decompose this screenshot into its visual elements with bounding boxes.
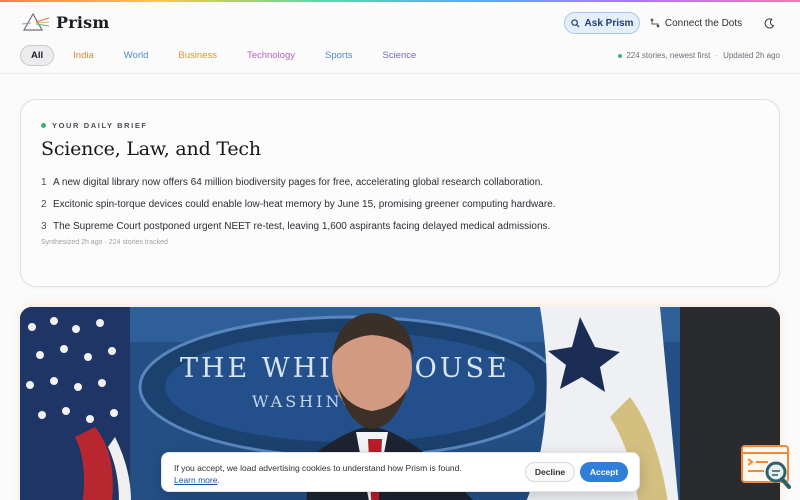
brief-footer: Synthesized 2h ago · 224 stories tracked: [41, 239, 168, 246]
brief-item-text: Excitonic spin-torque devices could enab…: [53, 198, 556, 210]
prism-logo-icon: [22, 12, 50, 31]
brief-status-dot: [41, 123, 46, 128]
moon-icon: [764, 17, 774, 28]
updated-time: Updated 2h ago: [723, 51, 780, 60]
daily-brief-label: YOUR DAILY BRIEF: [41, 121, 148, 130]
brief-items-list: 1 A new digital library now offers 64 mi…: [41, 171, 556, 237]
tab-sports[interactable]: Sports: [314, 45, 363, 66]
learn-more-period: .: [217, 475, 220, 485]
header-divider: [0, 73, 800, 74]
ask-prism-label: Ask Prism: [584, 17, 634, 29]
accept-button[interactable]: Accept: [580, 462, 628, 482]
tab-technology[interactable]: Technology: [236, 45, 306, 66]
cookie-banner: If you accept, we load advertising cooki…: [161, 452, 640, 492]
brief-item-number: 2: [41, 198, 47, 210]
tab-business[interactable]: Business: [167, 45, 228, 66]
daily-brief-label-text: YOUR DAILY BRIEF: [52, 121, 148, 130]
meta-separator: ·: [715, 51, 719, 60]
tab-science[interactable]: Science: [371, 45, 427, 66]
connect-the-dots-label: Connect the Dots: [664, 17, 743, 29]
brief-item[interactable]: 2 Excitonic spin-torque devices could en…: [41, 193, 556, 215]
cookie-message-text: If you accept, we load advertising cooki…: [174, 463, 462, 473]
tab-world[interactable]: World: [113, 45, 160, 66]
brief-item[interactable]: 1 A new digital library now offers 64 mi…: [41, 171, 556, 193]
live-status-dot: [618, 53, 623, 58]
stories-meta: 224 stories, newest first · Updated 2h a…: [618, 51, 780, 60]
tab-india[interactable]: India: [62, 45, 105, 66]
brief-item-number: 3: [41, 220, 47, 232]
document-search-icon: [741, 445, 791, 489]
learn-more-link[interactable]: Learn more: [174, 475, 217, 485]
logo[interactable]: Prism: [22, 11, 109, 33]
brief-item-text: The Supreme Court postponed urgent NEET …: [53, 220, 551, 232]
daily-brief-card: YOUR DAILY BRIEF Science, Law, and Tech …: [20, 99, 780, 287]
connect-the-dots-button[interactable]: Connect the Dots: [646, 12, 746, 34]
top-header: Prism Ask Prism Connect the Dots: [0, 2, 800, 42]
brief-item[interactable]: 3 The Supreme Court postponed urgent NEE…: [41, 215, 556, 237]
stories-count: 224 stories, newest first: [626, 51, 711, 60]
search-icon: [570, 18, 580, 28]
decline-button[interactable]: Decline: [525, 462, 575, 482]
floating-assistant-widget[interactable]: [740, 444, 792, 490]
category-tabs: All India World Business Technology Spor…: [20, 45, 435, 66]
connect-dots-icon: [650, 18, 660, 28]
brief-title: Science, Law, and Tech: [41, 138, 261, 160]
app-name: Prism: [56, 12, 110, 32]
ask-prism-button[interactable]: Ask Prism: [564, 12, 640, 34]
brief-item-number: 1: [41, 176, 47, 188]
brief-item-text: A new digital library now offers 64 mill…: [53, 176, 544, 188]
theme-toggle-button[interactable]: [758, 12, 780, 34]
cookie-message: If you accept, we load advertising cooki…: [174, 462, 462, 486]
tab-all[interactable]: All: [20, 45, 55, 66]
